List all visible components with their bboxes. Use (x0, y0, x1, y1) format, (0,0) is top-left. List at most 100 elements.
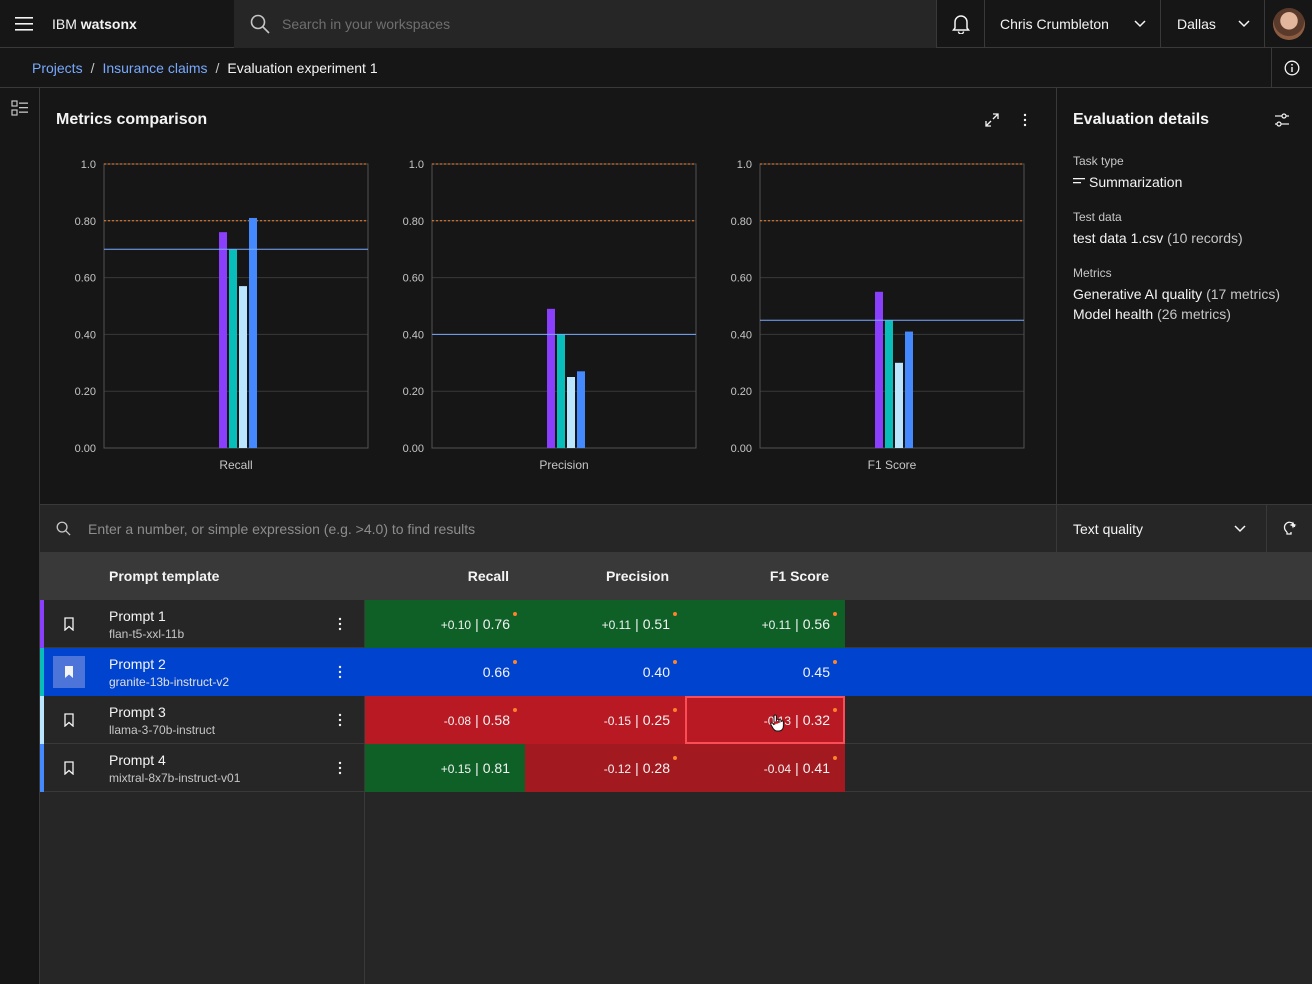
delta: -0.04 (763, 762, 792, 776)
metric-group-name: Generative AI quality (1073, 286, 1203, 302)
threshold-dot (833, 756, 837, 760)
profile-button[interactable] (1264, 0, 1312, 48)
bookmark-icon (64, 617, 74, 631)
column-header-recall[interactable]: Recall (364, 552, 509, 600)
series-color-stripe (40, 744, 44, 792)
y-tick-label: 0.00 (75, 443, 96, 455)
brand-prefix: IBM (52, 16, 77, 32)
threshold-dot (673, 708, 677, 712)
value-separator: | (795, 616, 799, 632)
bar (567, 377, 575, 448)
y-tick-label: 0.40 (403, 329, 424, 341)
task-type-value: Summarization (1073, 172, 1182, 192)
notifications-button[interactable] (936, 0, 984, 48)
ai-explain-button[interactable] (1266, 504, 1312, 552)
table-row[interactable]: Prompt 1 flan-t5-xxl-11b +0.10 | 0.76 +0.1… (40, 600, 1312, 648)
f1-cell-focused[interactable]: -0.13 | 0.32 (685, 696, 845, 744)
f1-cell[interactable]: 0.45 (685, 648, 845, 696)
settings-adjust-icon[interactable] (1274, 112, 1290, 128)
f1-cell[interactable]: +0.11 | 0.56 (685, 600, 845, 648)
breadcrumb-projects[interactable]: Projects (32, 60, 83, 76)
test-data-value: test data 1.csv (10 records) (1073, 228, 1243, 248)
metric-group-dropdown[interactable]: Text quality (1056, 504, 1266, 552)
table-row-selected[interactable]: Prompt 2 granite-13b-instruct-v2 0.66 0.… (40, 648, 1312, 696)
column-header-precision[interactable]: Precision (524, 552, 669, 600)
region-switcher[interactable]: Dallas (1160, 0, 1264, 48)
left-rail (0, 88, 40, 984)
precision-cell[interactable]: -0.12 | 0.28 (525, 744, 685, 792)
table-header: Prompt template Recall Precision F1 Scor… (40, 552, 1312, 600)
threshold-dot (833, 612, 837, 616)
metric-group-name: Model health (1073, 306, 1154, 322)
breadcrumb-separator: / (215, 60, 220, 76)
recall-cell[interactable]: +0.15 | 0.81 (365, 744, 525, 792)
overflow-menu-icon[interactable] (332, 664, 348, 680)
bookmark-button[interactable] (53, 704, 85, 736)
global-search[interactable]: Search in your workspaces (234, 0, 936, 48)
value: 0.81 (482, 760, 510, 776)
bookmark-button[interactable] (53, 752, 85, 784)
metric-group-2: Model health (26 metrics) (1073, 304, 1231, 324)
bar (547, 308, 555, 448)
bookmark-icon (64, 713, 74, 727)
metric-group-count: (26 metrics) (1157, 306, 1231, 322)
maximize-icon[interactable] (984, 112, 1000, 128)
brand[interactable]: IBM watsonx (52, 0, 137, 48)
y-tick-label: 0.80 (403, 216, 424, 228)
value: 0.32 (802, 712, 830, 728)
details-title: Evaluation details (1073, 111, 1210, 128)
filter-input[interactable]: Enter a number, or simple expression (e.… (88, 505, 475, 553)
recall-cell[interactable]: -0.08 | 0.58 (365, 696, 525, 744)
threshold-dot (513, 708, 517, 712)
y-tick-label: 0.80 (75, 216, 96, 228)
overflow-menu-icon[interactable] (332, 616, 348, 632)
region-name: Dallas (1177, 16, 1216, 32)
account-switcher[interactable]: Chris Crumbleton (984, 0, 1160, 48)
menu-icon (15, 17, 33, 31)
bookmark-button[interactable] (53, 656, 85, 688)
y-tick-label: 0.40 (75, 329, 96, 341)
delta: +0.11 (601, 618, 632, 632)
model-name: flan-t5-xxl-11b (109, 627, 185, 641)
table-row[interactable]: Prompt 4 mixtral-8x7b-instruct-v01 +0.15… (40, 744, 1312, 792)
delta: -0.15 (603, 714, 632, 728)
list-toggle-icon[interactable] (11, 100, 29, 116)
precision-cell[interactable]: +0.11 | 0.51 (525, 600, 685, 648)
bookmark-icon (64, 761, 74, 775)
prompt-name: Prompt 3 (109, 704, 166, 720)
bar (905, 331, 913, 448)
results-filter[interactable]: Enter a number, or simple expression (e.… (40, 504, 1056, 552)
model-name: granite-13b-instruct-v2 (109, 675, 230, 689)
y-tick-label: 0.60 (75, 273, 96, 285)
test-data-label: Test data (1073, 210, 1122, 224)
bookmark-button[interactable] (53, 608, 85, 640)
menu-button[interactable] (0, 0, 48, 48)
notification-icon (951, 15, 970, 34)
column-header-template[interactable]: Prompt template (109, 552, 219, 600)
overflow-menu-icon[interactable] (1017, 112, 1033, 128)
recall-cell[interactable]: 0.66 (365, 648, 525, 696)
value-separator: | (475, 616, 479, 632)
info-button[interactable] (1271, 48, 1312, 88)
overflow-menu-icon[interactable] (332, 712, 348, 728)
recall-cell[interactable]: +0.10 | 0.76 (365, 600, 525, 648)
overflow-menu-icon[interactable] (332, 760, 348, 776)
search-input[interactable]: Search in your workspaces (282, 0, 450, 48)
y-tick-label: 0.00 (731, 443, 752, 455)
table-empty-area (40, 792, 365, 984)
breadcrumb-insurance-claims[interactable]: Insurance claims (102, 60, 207, 76)
precision-cell[interactable]: 0.40 (525, 648, 685, 696)
bar (885, 320, 893, 448)
value: 0.51 (642, 616, 670, 632)
value: 0.66 (482, 664, 510, 680)
y-tick-label: 1.0 (81, 159, 96, 171)
f1-cell[interactable]: -0.04 | 0.41 (685, 744, 845, 792)
precision-cell[interactable]: -0.15 | 0.25 (525, 696, 685, 744)
value: 0.56 (802, 616, 830, 632)
table-row[interactable]: Prompt 3 llama-3-70b-instruct -0.08 | 0.58… (40, 696, 1312, 744)
breadcrumb-bar: Projects / Insurance claims / Evaluation exp… (0, 48, 1312, 88)
y-tick-label: 0.20 (75, 386, 96, 398)
delta: -0.12 (603, 762, 632, 776)
column-header-f1[interactable]: F1 Score (684, 552, 829, 600)
threshold-dot (673, 612, 677, 616)
